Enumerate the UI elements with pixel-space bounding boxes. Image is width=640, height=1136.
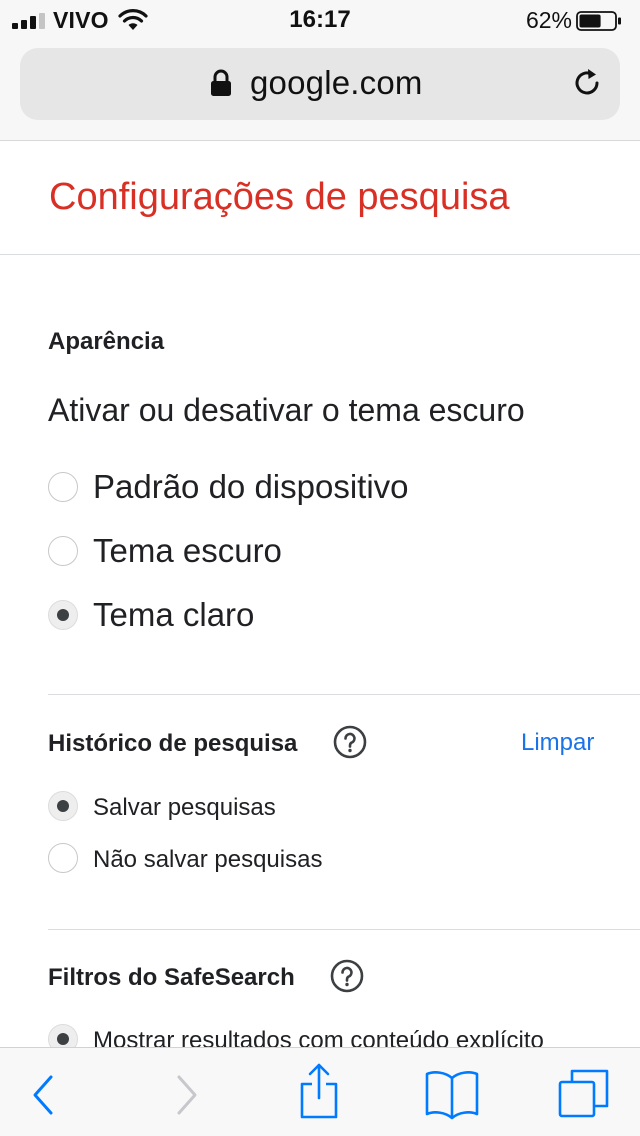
battery-icon: [576, 11, 621, 31]
radio-button[interactable]: [48, 472, 78, 502]
browser-toolbar: [0, 1047, 640, 1136]
radio-dot: [57, 1033, 69, 1045]
forward-icon[interactable]: [160, 1070, 210, 1120]
back-icon[interactable]: [20, 1070, 70, 1120]
bookmarks-icon[interactable]: [424, 1066, 480, 1122]
page-title: Configurações de pesquisa: [49, 176, 510, 218]
section-divider: [48, 929, 640, 930]
radio-button-selected[interactable]: [48, 600, 78, 630]
radio-label: Tema escuro: [93, 532, 282, 569]
radio-button-selected[interactable]: [48, 791, 78, 821]
help-icon[interactable]: [330, 959, 364, 993]
dark-theme-question: Ativar ou desativar o tema escuro: [48, 392, 525, 428]
page-content: Configurações de pesquisa Aparência Ativ…: [0, 142, 640, 1047]
battery-percentage: 62%: [525, 7, 572, 33]
help-icon[interactable]: [333, 725, 367, 759]
radio-button[interactable]: [48, 843, 78, 873]
radio-dot: [57, 609, 69, 621]
browser-chrome-top: VIVO 16:17 62% google.com: [0, 0, 640, 141]
radio-label: Padrão do dispositivo: [93, 468, 409, 505]
radio-dot: [57, 800, 69, 812]
radio-button[interactable]: [48, 536, 78, 566]
status-bar: VIVO 16:17 62%: [0, 0, 640, 40]
reload-icon[interactable]: [570, 66, 604, 100]
share-icon[interactable]: [294, 1062, 344, 1120]
url-text[interactable]: google.com: [250, 64, 423, 102]
appearance-heading: Aparência: [48, 328, 165, 355]
screen: VIVO 16:17 62% google.com Configurações …: [0, 0, 640, 1136]
radio-button-selected[interactable]: [48, 1024, 78, 1047]
radio-label: Mostrar resultados com conteúdo explícit…: [93, 1027, 544, 1047]
safesearch-heading: Filtros do SafeSearch: [48, 964, 295, 991]
clear-history-link[interactable]: Limpar: [521, 729, 594, 757]
tabs-icon[interactable]: [556, 1066, 612, 1122]
page-header: Configurações de pesquisa: [0, 142, 640, 255]
history-heading: Histórico de pesquisa: [48, 730, 298, 757]
radio-label: Salvar pesquisas: [93, 794, 276, 821]
radio-label: Tema claro: [93, 596, 255, 633]
radio-label: Não salvar pesquisas: [93, 846, 323, 873]
lock-icon: [211, 69, 231, 96]
address-bar[interactable]: google.com: [20, 48, 620, 120]
section-divider: [48, 694, 640, 695]
